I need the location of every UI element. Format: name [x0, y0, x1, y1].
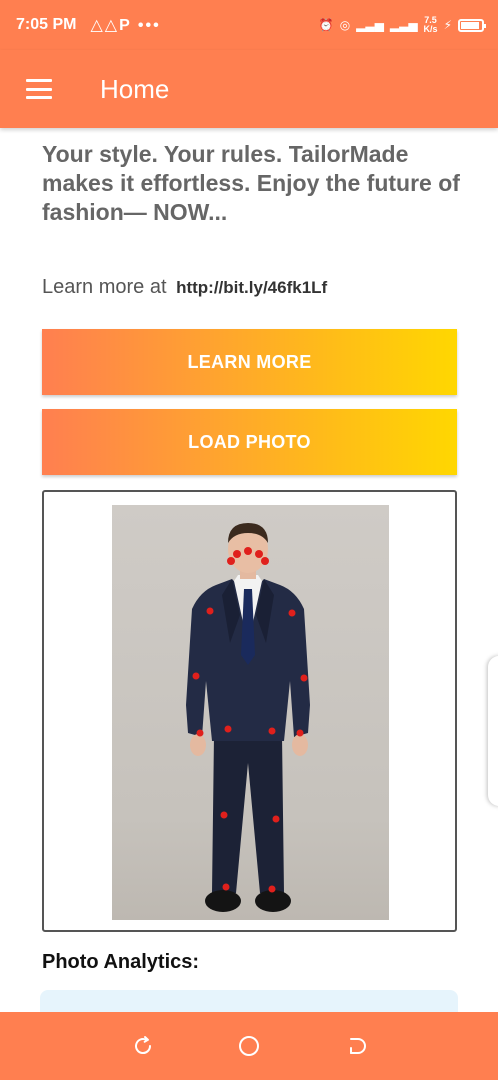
main-content[interactable]: Your style. Your rules. TailorMade makes…: [0, 128, 498, 1012]
network-speed-unit: K/s: [423, 24, 438, 34]
learn-more-button[interactable]: LEARN MORE: [42, 329, 457, 395]
battery-icon: [458, 18, 486, 32]
photo-analytics-title: Photo Analytics:: [42, 951, 200, 973]
home-icon[interactable]: [235, 1032, 263, 1060]
status-bar: 7:05 PM △△P ••• ⏰ ◎ ▂▃▅ ▂▃▅ 7.5 K/s ⚡: [0, 0, 498, 50]
system-nav-bar: [0, 1012, 498, 1080]
hotspot-icon: ◎: [339, 18, 351, 32]
status-time: 7:05 PM: [16, 16, 77, 33]
analytics-card: [40, 990, 458, 1012]
learn-more-line: Learn more at http://bit.ly/46fk1Lf: [42, 276, 327, 299]
status-right: ⏰ ◎ ▂▃▅ ▂▃▅ 7.5 K/s ⚡: [318, 16, 486, 34]
charging-icon: ⚡: [443, 18, 452, 32]
tagline: Your style. Your rules. TailorMade makes…: [42, 141, 460, 225]
app-bar: Home: [0, 50, 498, 128]
back-icon[interactable]: [341, 1032, 369, 1060]
signal2-icon: ▂▃▅: [389, 18, 418, 32]
analyzed-photo: [112, 505, 389, 920]
alarm-icon: ⏰: [318, 18, 334, 32]
load-photo-button[interactable]: LOAD PHOTO: [42, 409, 457, 475]
edge-panel-handle[interactable]: [488, 656, 498, 806]
network-speed: 7.5 K/s: [424, 16, 438, 34]
signal-icon: ▂▃▅: [356, 18, 384, 32]
notification-icons: △△P •••: [90, 17, 161, 34]
page-title: Home: [100, 73, 170, 104]
hamburger-menu-icon[interactable]: [26, 79, 52, 99]
battery-fill: [461, 21, 480, 29]
learn-more-prefix: Learn more at: [42, 276, 167, 298]
photo-frame: [42, 490, 457, 932]
learn-more-link[interactable]: http://bit.ly/46fk1Lf: [176, 278, 327, 297]
recent-apps-icon[interactable]: [129, 1032, 157, 1060]
